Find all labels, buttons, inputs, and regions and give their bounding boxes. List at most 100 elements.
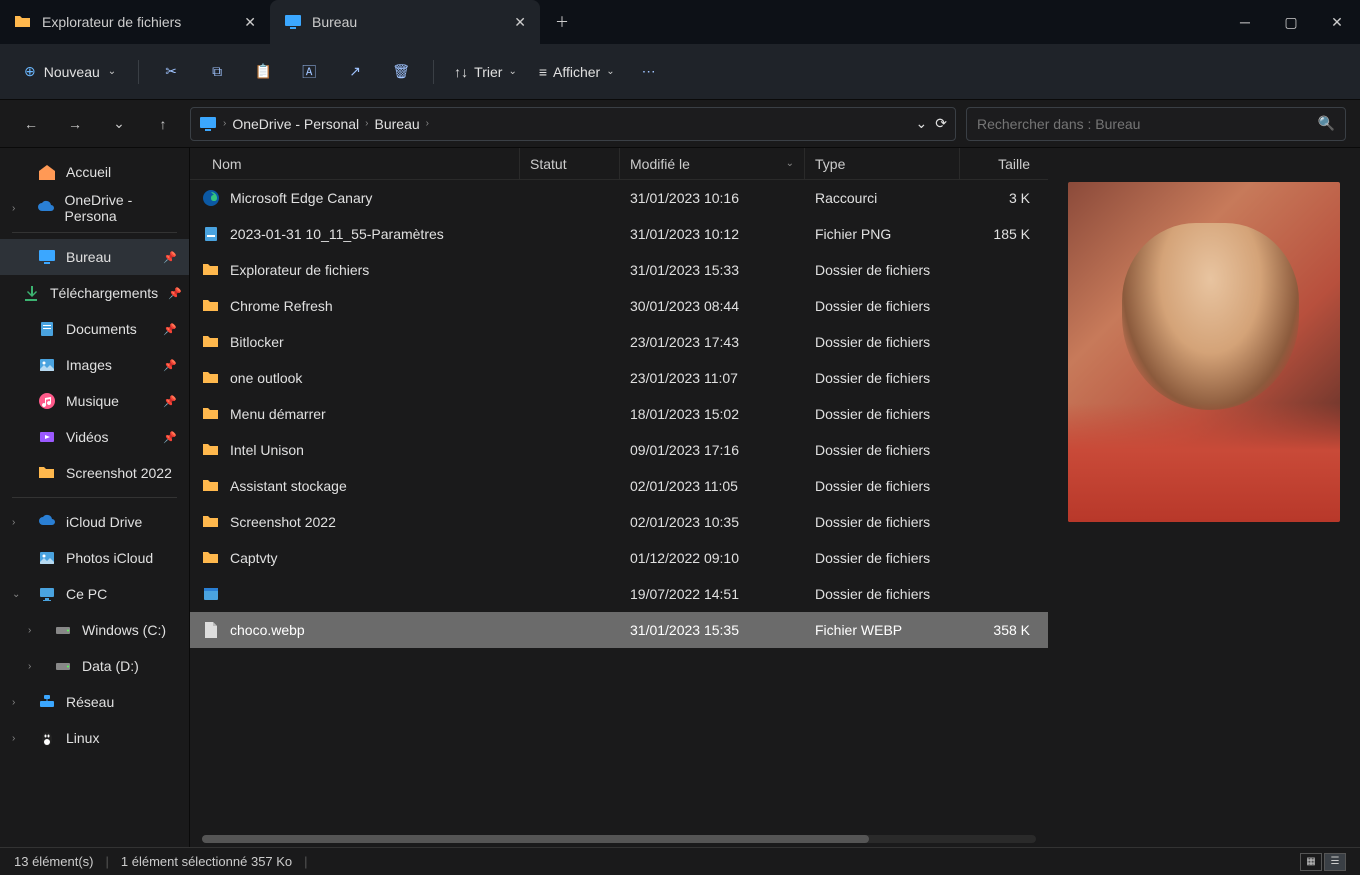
new-button[interactable]: ⊕ Nouveau ⌄ bbox=[14, 57, 126, 86]
title-bar: Explorateur de fichiers ✕ Bureau ✕ ＋ ─ ▢… bbox=[0, 0, 1360, 44]
file-modified: 18/01/2023 15:02 bbox=[620, 406, 805, 422]
column-header-modified[interactable]: Modifié le⌄ bbox=[620, 148, 805, 179]
file-type: Dossier de fichiers bbox=[805, 298, 960, 314]
close-tab-icon[interactable]: ✕ bbox=[244, 14, 256, 31]
sidebar-label: Documents bbox=[66, 321, 137, 337]
file-type: Raccourci bbox=[805, 190, 960, 206]
copy-button[interactable]: ⧉ bbox=[197, 54, 237, 90]
file-row[interactable]: choco.webp 31/01/2023 15:35 Fichier WEBP… bbox=[190, 612, 1048, 648]
file-row[interactable]: Captvty 01/12/2022 09:10 Dossier de fich… bbox=[190, 540, 1048, 576]
file-row[interactable]: Screenshot 2022 02/01/2023 10:35 Dossier… bbox=[190, 504, 1048, 540]
share-button[interactable]: ↗ bbox=[335, 54, 375, 90]
pin-icon: 📌 bbox=[168, 287, 182, 300]
folder-icon bbox=[202, 333, 220, 351]
breadcrumb-segment[interactable]: OneDrive - Personal bbox=[232, 116, 359, 132]
drive-icon bbox=[54, 621, 72, 639]
file-name: Captvty bbox=[230, 550, 277, 566]
sidebar-item[interactable]: ›Réseau bbox=[0, 684, 189, 720]
close-tab-icon[interactable]: ✕ bbox=[514, 14, 526, 31]
minimize-button[interactable]: ─ bbox=[1222, 0, 1268, 44]
sort-button[interactable]: ↑↓ Trier ⌄ bbox=[446, 58, 525, 86]
file-row[interactable]: Chrome Refresh 30/01/2023 08:44 Dossier … bbox=[190, 288, 1048, 324]
file-row[interactable]: Explorateur de fichiers 31/01/2023 15:33… bbox=[190, 252, 1048, 288]
tab-label: Bureau bbox=[312, 14, 357, 30]
column-header-type[interactable]: Type bbox=[805, 148, 960, 179]
expand-icon[interactable]: › bbox=[12, 697, 28, 708]
forward-button[interactable]: → bbox=[58, 107, 92, 141]
sidebar-item[interactable]: Bureau📌 bbox=[0, 239, 189, 275]
item-count: 13 élément(s) bbox=[14, 854, 93, 869]
tab-explorer[interactable]: Explorateur de fichiers ✕ bbox=[0, 0, 270, 44]
search-input[interactable] bbox=[977, 116, 1318, 132]
history-button[interactable]: ⌄ bbox=[102, 107, 136, 141]
sidebar-item[interactable]: › Windows (C:) bbox=[0, 612, 189, 648]
file-row[interactable]: Microsoft Edge Canary 31/01/2023 10:16 R… bbox=[190, 180, 1048, 216]
add-tab-button[interactable]: ＋ bbox=[540, 0, 584, 44]
breadcrumb-dropdown-icon[interactable]: ⌄ bbox=[916, 115, 928, 132]
column-header-size[interactable]: Taille bbox=[960, 148, 1040, 179]
sidebar-item[interactable]: Téléchargements📌 bbox=[0, 275, 189, 311]
sidebar-label: Windows (C:) bbox=[82, 622, 166, 638]
sidebar-item-home[interactable]: Accueil bbox=[0, 154, 189, 190]
scrollbar-thumb[interactable] bbox=[202, 835, 869, 843]
sidebar-item[interactable]: ›Data (D:) bbox=[0, 648, 189, 684]
sidebar-item-onedrive[interactable]: › OneDrive - Persona bbox=[0, 190, 189, 226]
sidebar-item[interactable]: Photos iCloud bbox=[0, 540, 189, 576]
file-row[interactable]: Menu démarrer 18/01/2023 15:02 Dossier d… bbox=[190, 396, 1048, 432]
expand-icon[interactable]: › bbox=[28, 625, 44, 636]
file-row[interactable]: Bitlocker 23/01/2023 17:43 Dossier de fi… bbox=[190, 324, 1048, 360]
horizontal-scrollbar[interactable] bbox=[202, 835, 1036, 843]
sidebar: Accueil › OneDrive - Persona Bureau📌Télé… bbox=[0, 148, 190, 847]
file-row[interactable]: 2023-01-31 10_11_55-Paramètres 31/01/202… bbox=[190, 216, 1048, 252]
file-row[interactable]: Intel Unison 09/01/2023 17:16 Dossier de… bbox=[190, 432, 1048, 468]
file-type: Dossier de fichiers bbox=[805, 514, 960, 530]
search-icon[interactable]: 🔍 bbox=[1318, 115, 1335, 132]
file-size: 3 K bbox=[960, 190, 1040, 206]
sidebar-item[interactable]: Screenshot 2022 bbox=[0, 455, 189, 491]
sidebar-item[interactable]: ›Linux bbox=[0, 720, 189, 756]
back-button[interactable]: ← bbox=[14, 107, 48, 141]
up-button[interactable]: ↑ bbox=[146, 107, 180, 141]
expand-icon[interactable]: › bbox=[12, 203, 27, 214]
view-button[interactable]: ≡ Afficher ⌄ bbox=[531, 58, 623, 86]
sidebar-item[interactable]: Vidéos📌 bbox=[0, 419, 189, 455]
file-row[interactable]: Assistant stockage 02/01/2023 11:05 Doss… bbox=[190, 468, 1048, 504]
img-side-icon bbox=[38, 356, 56, 374]
rename-button[interactable]: 🄰 bbox=[289, 54, 329, 90]
file-name: Explorateur de fichiers bbox=[230, 262, 369, 278]
tab-bureau[interactable]: Bureau ✕ bbox=[270, 0, 540, 44]
search-box[interactable]: 🔍 bbox=[966, 107, 1346, 141]
breadcrumb-segment[interactable]: Bureau bbox=[375, 116, 420, 132]
file-row[interactable]: one outlook 23/01/2023 11:07 Dossier de … bbox=[190, 360, 1048, 396]
pin-icon: 📌 bbox=[163, 359, 177, 372]
view-details-button[interactable]: ☰ bbox=[1324, 853, 1346, 871]
sidebar-item[interactable]: Documents📌 bbox=[0, 311, 189, 347]
sidebar-label: Ce PC bbox=[66, 586, 107, 602]
chevron-down-icon: ⌄ bbox=[606, 66, 614, 77]
file-row[interactable]: 19/07/2022 14:51 Dossier de fichiers bbox=[190, 576, 1048, 612]
sidebar-item[interactable]: Images📌 bbox=[0, 347, 189, 383]
expand-icon[interactable]: › bbox=[28, 661, 44, 672]
delete-button[interactable]: 🗑 bbox=[381, 54, 421, 90]
expand-icon[interactable]: ⌄ bbox=[12, 589, 28, 600]
maximize-button[interactable]: ▢ bbox=[1268, 0, 1314, 44]
file-modified: 31/01/2023 15:33 bbox=[620, 262, 805, 278]
file-name: Screenshot 2022 bbox=[230, 514, 336, 530]
down-icon bbox=[22, 284, 40, 302]
expand-icon[interactable]: › bbox=[12, 733, 28, 744]
column-header-name[interactable]: Nom bbox=[190, 148, 520, 179]
more-button[interactable]: ⋯ bbox=[629, 54, 669, 90]
paste-button[interactable]: 📋 bbox=[243, 54, 283, 90]
view-thumbnails-button[interactable]: ▦ bbox=[1300, 853, 1322, 871]
expand-icon[interactable]: › bbox=[12, 517, 28, 528]
file-type: Dossier de fichiers bbox=[805, 478, 960, 494]
refresh-button[interactable]: ⟳ bbox=[935, 115, 947, 132]
cut-button[interactable]: ✂ bbox=[151, 54, 191, 90]
file-type: Fichier PNG bbox=[805, 226, 960, 242]
sidebar-item[interactable]: Musique📌 bbox=[0, 383, 189, 419]
column-header-status[interactable]: Statut bbox=[520, 148, 620, 179]
sidebar-item[interactable]: ›iCloud Drive bbox=[0, 504, 189, 540]
close-window-button[interactable]: ✕ bbox=[1314, 0, 1360, 44]
breadcrumb[interactable]: › OneDrive - Personal › Bureau › ⌄ ⟳ bbox=[190, 107, 956, 141]
sidebar-item[interactable]: ⌄ Ce PC bbox=[0, 576, 189, 612]
